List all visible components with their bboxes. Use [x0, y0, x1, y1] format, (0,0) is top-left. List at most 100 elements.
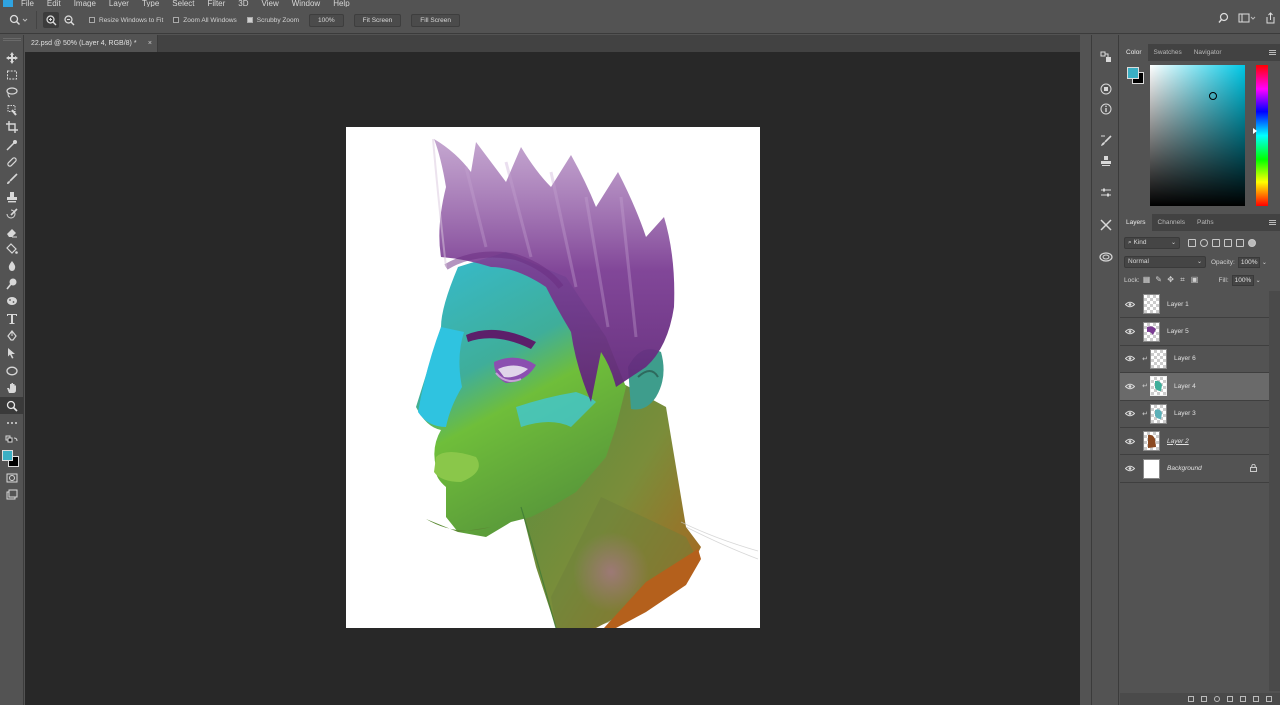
chevron-down-icon[interactable]: ⌄: [1262, 259, 1267, 266]
lock-pixels-icon[interactable]: ✎: [1155, 276, 1163, 284]
ellipse-tool[interactable]: [0, 362, 24, 379]
visibility-eye-icon[interactable]: [1120, 355, 1140, 362]
layer-row[interactable]: Layer 2: [1120, 428, 1269, 456]
smart-object-filter-icon[interactable]: [1236, 239, 1244, 247]
fill-screen-button[interactable]: Fill Screen: [411, 13, 461, 27]
menu-type[interactable]: Type: [142, 0, 159, 7]
foreground-color-swatch[interactable]: [2, 449, 13, 461]
layer-name[interactable]: Layer 3: [1174, 410, 1196, 417]
marquee-tool[interactable]: [0, 66, 24, 83]
layer-row[interactable]: ↵ Layer 3: [1120, 401, 1269, 428]
workspace-icon[interactable]: [1238, 12, 1256, 24]
visibility-eye-icon[interactable]: [1120, 410, 1140, 417]
tab-layers[interactable]: Layers: [1120, 214, 1152, 231]
tab-paths[interactable]: Paths: [1191, 214, 1220, 231]
visibility-eye-icon[interactable]: [1120, 465, 1140, 472]
type-filter-icon[interactable]: [1212, 239, 1220, 247]
edit-toolbar-button[interactable]: [0, 414, 24, 431]
zoom-out-button[interactable]: [61, 12, 77, 28]
new-layer-icon[interactable]: [1253, 696, 1259, 702]
document-canvas[interactable]: [346, 127, 760, 628]
screen-mode-button[interactable]: [0, 486, 24, 503]
layer-thumbnail[interactable]: [1143, 321, 1160, 342]
layer-row[interactable]: ↵ Layer 6: [1120, 346, 1269, 374]
visibility-eye-icon[interactable]: [1120, 438, 1140, 445]
type-tool[interactable]: [0, 310, 24, 327]
menu-file[interactable]: File: [21, 0, 34, 7]
layer-thumbnail[interactable]: [1143, 458, 1160, 479]
blend-mode-select[interactable]: Normal ⌄: [1124, 256, 1206, 268]
menu-layer[interactable]: Layer: [109, 0, 129, 7]
panel-dock-edge[interactable]: [1081, 35, 1091, 705]
menu-3d[interactable]: 3D: [238, 0, 248, 7]
lock-position-icon[interactable]: ✥: [1167, 276, 1175, 284]
3d-panel-button[interactable]: [1092, 247, 1120, 267]
delete-layer-icon[interactable]: [1266, 696, 1272, 702]
visibility-eye-icon[interactable]: [1120, 301, 1140, 308]
tool-preset-picker[interactable]: [8, 11, 30, 29]
layer-thumbnail[interactable]: [1150, 403, 1167, 424]
lock-all-icon[interactable]: ▣: [1191, 276, 1199, 284]
color-swatches[interactable]: [0, 449, 24, 469]
clone-stamp-tool[interactable]: [0, 188, 24, 205]
canvas-workspace[interactable]: [25, 52, 1080, 705]
layer-row-selected[interactable]: ↵ Layer 4: [1120, 373, 1269, 401]
zoom-100-button[interactable]: 100%: [309, 13, 344, 27]
hue-slider[interactable]: [1253, 65, 1268, 206]
brush-tool[interactable]: [0, 171, 24, 188]
layer-mask-icon[interactable]: [1214, 696, 1220, 702]
lock-artboard-icon[interactable]: ⌗: [1179, 276, 1187, 284]
layer-thumbnail[interactable]: [1143, 431, 1160, 452]
layer-name[interactable]: Layer 1: [1167, 301, 1189, 308]
history-panel-button[interactable]: [1092, 47, 1120, 67]
pixel-filter-icon[interactable]: [1188, 239, 1196, 247]
layer-name[interactable]: Layer 5: [1167, 328, 1189, 335]
menu-image[interactable]: Image: [74, 0, 96, 7]
hue-slider-marker[interactable]: [1253, 128, 1257, 134]
layer-name[interactable]: Layer 2: [1167, 438, 1189, 445]
quick-selection-tool[interactable]: [0, 101, 24, 118]
brush-settings-panel-button[interactable]: [1092, 131, 1120, 151]
libraries-panel-button[interactable]: [1092, 79, 1120, 99]
quick-mask-button[interactable]: [0, 469, 24, 486]
paint-bucket-tool[interactable]: [0, 240, 24, 257]
layer-thumbnail[interactable]: [1143, 294, 1160, 315]
menu-view[interactable]: View: [262, 0, 279, 7]
zoom-tool[interactable]: [0, 396, 24, 415]
sponge-tool[interactable]: [0, 292, 24, 309]
menu-filter[interactable]: Filter: [208, 0, 226, 7]
share-icon[interactable]: [1264, 12, 1276, 24]
opacity-field[interactable]: 100%: [1237, 256, 1260, 268]
layer-name[interactable]: Layer 6: [1174, 355, 1196, 362]
shape-filter-icon[interactable]: [1224, 239, 1232, 247]
color-picker-ring[interactable]: [1209, 92, 1217, 100]
zoom-all-windows-checkbox[interactable]: Zoom All Windows: [173, 17, 237, 24]
eraser-tool[interactable]: [0, 223, 24, 240]
panel-menu-icon[interactable]: [1269, 50, 1276, 55]
eyedropper-tool[interactable]: [0, 136, 24, 153]
layer-row[interactable]: Background: [1120, 455, 1269, 483]
layers-scrollbar[interactable]: [1269, 291, 1280, 691]
layer-row[interactable]: Layer 5: [1120, 318, 1269, 346]
tool-presets-panel-button[interactable]: [1092, 215, 1120, 235]
filter-toggle-icon[interactable]: [1248, 239, 1256, 247]
visibility-eye-icon[interactable]: [1120, 328, 1140, 335]
fit-screen-button[interactable]: Fit Screen: [353, 13, 402, 27]
visibility-eye-icon[interactable]: [1120, 383, 1140, 390]
lock-transparent-icon[interactable]: ▦: [1143, 276, 1151, 284]
dodge-tool[interactable]: [0, 275, 24, 292]
zoom-in-button[interactable]: [43, 12, 59, 28]
menu-edit[interactable]: Edit: [47, 0, 61, 7]
layer-row[interactable]: Layer 1: [1120, 291, 1269, 319]
spot-healing-tool[interactable]: [0, 153, 24, 170]
layer-thumbnail[interactable]: [1150, 348, 1167, 369]
new-group-icon[interactable]: [1240, 696, 1246, 702]
chevron-down-icon[interactable]: ⌄: [1256, 277, 1261, 284]
history-brush-tool[interactable]: [0, 206, 24, 223]
fill-field[interactable]: 100%: [1231, 274, 1254, 286]
toolbar-grip[interactable]: [2, 38, 21, 41]
layer-name[interactable]: Layer 4: [1174, 383, 1196, 390]
clone-source-panel-button[interactable]: [1092, 151, 1120, 171]
layer-style-icon[interactable]: [1201, 696, 1207, 702]
crop-tool[interactable]: [0, 119, 24, 136]
